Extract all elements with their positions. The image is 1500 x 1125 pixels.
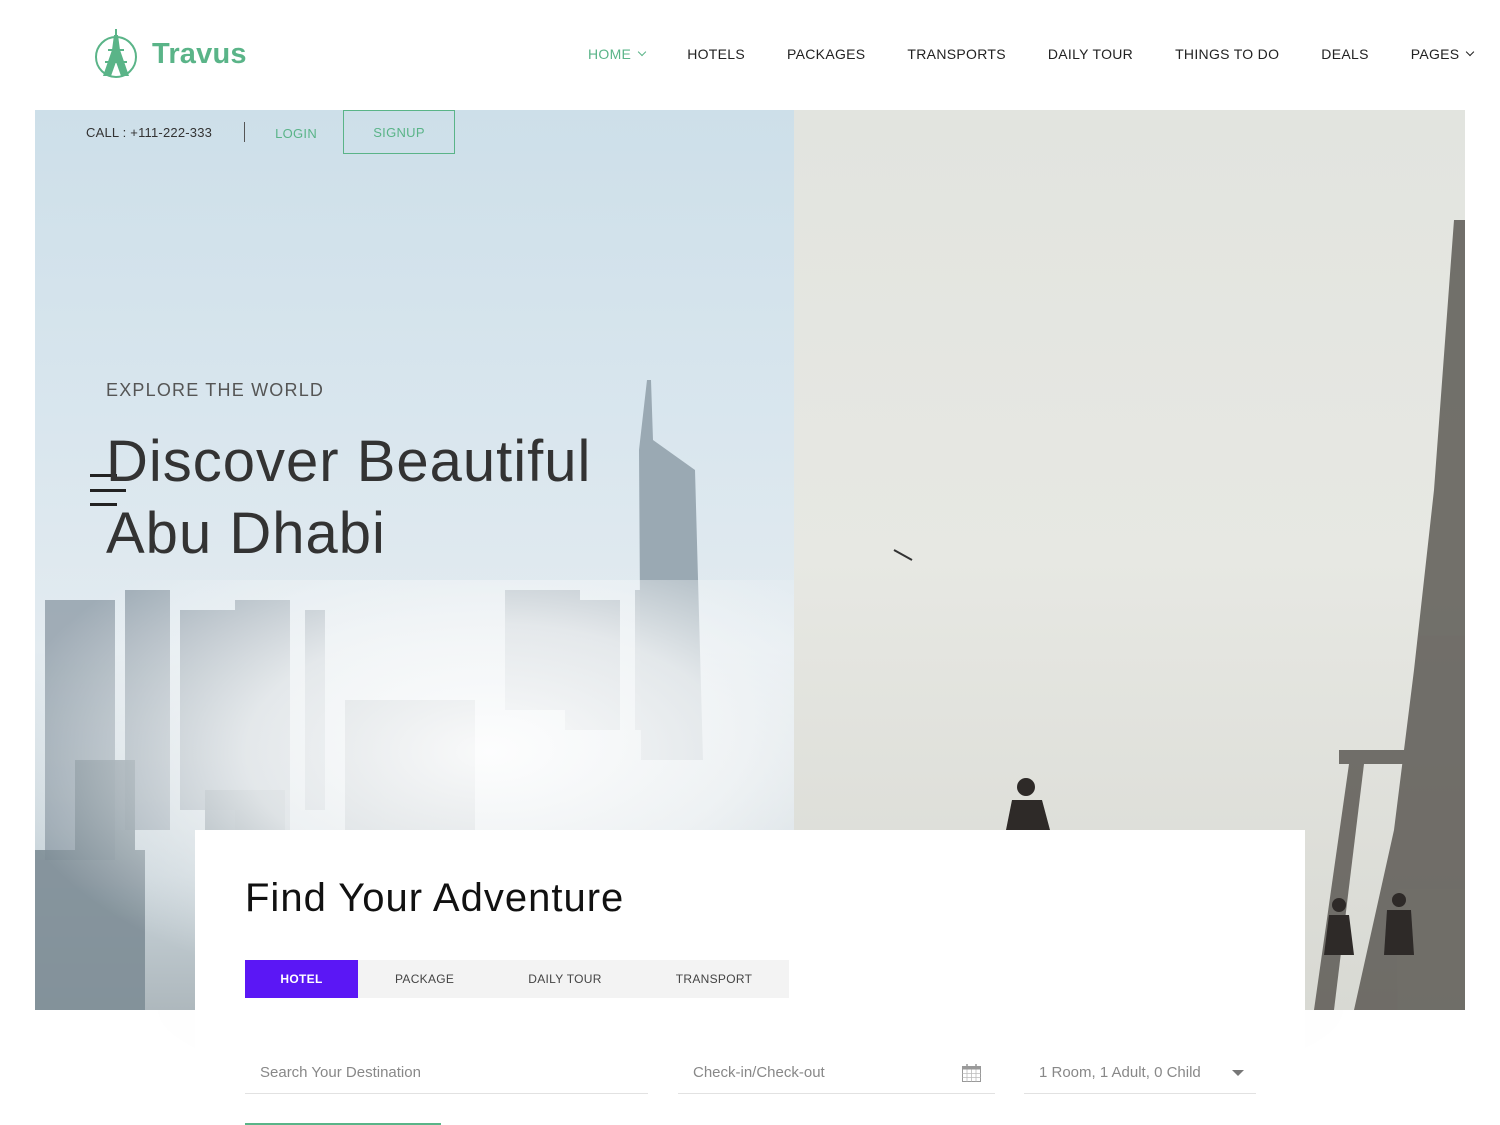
- chevron-down-icon: [1466, 47, 1475, 57]
- nav-item-label: PAGES: [1410, 46, 1460, 62]
- nav-item-deals[interactable]: DEALS: [1321, 46, 1368, 62]
- hero-headline-line-2: Abu Dhabi: [106, 501, 386, 566]
- nav-item-daily-tour[interactable]: DAILY TOUR: [1048, 46, 1133, 62]
- nav-item-label: HOME: [588, 46, 632, 62]
- signup-button[interactable]: SIGNUP: [343, 110, 456, 154]
- guests-value: 1 Room, 1 Adult, 0 Child: [1039, 1064, 1201, 1081]
- divider: [244, 122, 246, 142]
- nav-item-home[interactable]: HOME: [588, 46, 647, 62]
- nav-item-label: TRANSPORTS: [907, 46, 1006, 62]
- destination-input[interactable]: Search Your Destination: [245, 1052, 648, 1094]
- hero-headline: Discover Beautiful Abu Dhabi: [106, 426, 591, 570]
- nav-item-pages[interactable]: PAGES: [1410, 46, 1475, 62]
- call-number: CALL : +111-222-333: [86, 124, 213, 140]
- nav-item-label: DEALS: [1321, 46, 1369, 62]
- eiffel-tower-logo-icon: [95, 29, 137, 78]
- nav-item-label: PACKAGES: [787, 46, 866, 62]
- tab-transport[interactable]: TRANSPORT: [639, 960, 790, 998]
- tab-hotel[interactable]: HOTEL: [245, 960, 358, 998]
- site-header: Travus HOME HOTELS PACKAGES TRANSPORTS D…: [0, 0, 1500, 110]
- tab-package[interactable]: PACKAGE: [358, 960, 491, 998]
- main-nav: HOME HOTELS PACKAGES TRANSPORTS DAILY TO…: [588, 46, 1475, 62]
- nav-item-label: DAILY TOUR: [1047, 46, 1134, 62]
- brand-name: Travus: [152, 37, 247, 70]
- checkin-checkout-input[interactable]: Check-in/Check-out: [678, 1052, 995, 1094]
- nav-item-transports[interactable]: TRANSPORTS: [907, 46, 1005, 62]
- hero-headline-line-1: Discover Beautiful: [106, 429, 592, 494]
- nav-item-things-to-do[interactable]: THINGS TO DO: [1175, 46, 1279, 62]
- login-link[interactable]: LOGIN: [275, 126, 317, 141]
- hero-kicker: EXPLORE THE WORLD: [106, 380, 325, 400]
- dates-placeholder: Check-in/Check-out: [693, 1064, 825, 1081]
- booking-tabs: HOTEL PACKAGE DAILY TOUR TRANSPORT: [245, 960, 790, 998]
- destination-placeholder: Search Your Destination: [260, 1064, 421, 1081]
- tab-daily-tour[interactable]: DAILY TOUR: [491, 960, 638, 998]
- nav-item-packages[interactable]: PACKAGES: [787, 46, 865, 62]
- logo[interactable]: Travus: [93, 28, 247, 80]
- guests-select[interactable]: 1 Room, 1 Adult, 0 Child: [1024, 1052, 1256, 1094]
- booking-card: Find Your Adventure HOTEL PACKAGE DAILY …: [195, 830, 1305, 1125]
- booking-title: Find Your Adventure: [245, 876, 625, 920]
- nav-item-hotels[interactable]: HOTELS: [687, 46, 745, 62]
- chevron-down-icon: [637, 47, 647, 57]
- calendar-icon: [962, 1064, 981, 1082]
- top-bar: CALL : +111-222-333 LOGIN SIGNUP: [86, 110, 456, 154]
- nav-item-label: HOTELS: [687, 46, 746, 62]
- nav-item-label: THINGS TO DO: [1175, 46, 1280, 62]
- caret-down-icon: [1232, 1070, 1244, 1076]
